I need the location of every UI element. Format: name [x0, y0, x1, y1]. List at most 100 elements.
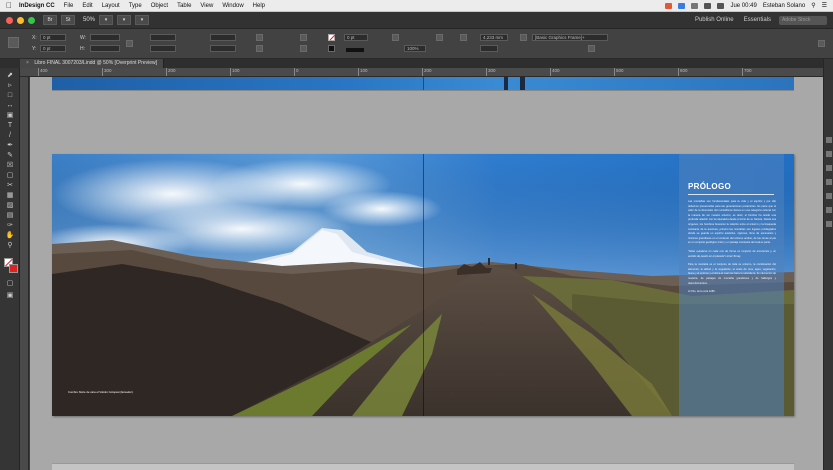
publish-online-button[interactable]: Publish Online	[695, 17, 734, 23]
gap-field[interactable]: 4,233 mm	[480, 34, 508, 41]
zoom-window-button[interactable]	[28, 16, 35, 24]
pencil-tool-icon[interactable]: ✎	[5, 152, 15, 160]
color-panel-icon[interactable]	[826, 193, 832, 199]
vertical-ruler[interactable]	[20, 77, 29, 470]
rectangle-tool-icon[interactable]: ▢	[5, 172, 15, 180]
opacity-field[interactable]: 100%	[404, 45, 426, 52]
hand-tool-icon[interactable]: ✋	[5, 232, 15, 240]
fill-swatch[interactable]	[328, 34, 335, 41]
stroke-swatch[interactable]	[328, 45, 335, 52]
workspace-switcher[interactable]: Essentials	[744, 17, 771, 23]
zoom-tool-icon[interactable]: ⚲	[5, 242, 15, 250]
pages-panel-icon[interactable]	[826, 137, 832, 143]
apply-none-icon[interactable]: ▢	[5, 280, 15, 288]
menu-layout[interactable]: Layout	[102, 3, 120, 9]
y-field[interactable]: 0 pt	[40, 45, 66, 52]
rotate-cw-icon[interactable]	[256, 34, 263, 41]
free-transform-icon[interactable]: ▦	[5, 192, 15, 200]
body-paragraph: Para la montaña es el conjunto de toda s…	[688, 263, 776, 285]
bluetooth-icon[interactable]	[691, 2, 699, 9]
menu-window[interactable]: Window	[222, 3, 243, 9]
close-tab-icon[interactable]: ×	[26, 60, 29, 66]
app-menu[interactable]: InDesign CC	[19, 3, 55, 9]
close-window-button[interactable]	[6, 16, 13, 24]
rectangle-frame-icon[interactable]: ☒	[5, 162, 15, 170]
volume-icon[interactable]	[717, 2, 725, 9]
page-tool-icon[interactable]: □	[5, 92, 15, 100]
height-field[interactable]	[90, 45, 120, 52]
pen-tool-icon[interactable]: ✒	[5, 142, 15, 150]
menu-table[interactable]: Table	[177, 3, 191, 9]
flip-horizontal-icon[interactable]	[256, 45, 263, 52]
minimize-window-button[interactable]	[17, 16, 24, 24]
screen-mode-button[interactable]: ▾	[117, 15, 132, 25]
content-collector-icon[interactable]: ▣	[5, 112, 15, 120]
quick-apply-icon[interactable]	[588, 45, 595, 52]
x-field[interactable]: 0 pt	[40, 34, 66, 41]
links-panel-icon[interactable]	[826, 165, 832, 171]
user-name[interactable]: Esteban Solano	[763, 3, 805, 9]
swatches-panel-icon[interactable]	[826, 207, 832, 213]
panel-menu-icon[interactable]	[818, 40, 825, 47]
rotation-field[interactable]	[210, 34, 236, 41]
pasteboard[interactable]: Cumbre Norte de cara el Volcán Cotopaxi …	[30, 77, 823, 470]
previous-spread-preview[interactable]	[52, 77, 794, 91]
stroke-weight-field[interactable]: 0 pt	[344, 34, 368, 41]
wifi-icon[interactable]	[704, 2, 712, 9]
effects-icon[interactable]	[436, 34, 443, 41]
fitting-icon[interactable]	[460, 34, 467, 41]
stroke-panel-icon[interactable]	[826, 179, 832, 185]
menu-edit[interactable]: Edit	[82, 3, 92, 9]
stroke-color-swatch[interactable]	[9, 264, 18, 273]
scale-x-field[interactable]	[150, 34, 176, 41]
object-style-select[interactable]: [Basic Graphics Frame]+	[532, 34, 608, 41]
view-options-button[interactable]: ▾	[99, 15, 114, 25]
dropbox-icon[interactable]	[678, 2, 686, 9]
next-spread-preview[interactable]	[52, 463, 794, 470]
control-panel: X: 0 pt Y: 0 pt W: H: 0 pt 100% 4,233 mm…	[0, 29, 833, 59]
bridge-button[interactable]: Br	[43, 15, 57, 25]
stock-search-input[interactable]: Adobe Stock	[779, 15, 827, 25]
screen-mode-icon[interactable]: ▣	[5, 292, 15, 300]
clock[interactable]: Jue 00:49	[730, 3, 756, 9]
columns-field[interactable]	[480, 45, 498, 52]
scale-y-field[interactable]	[150, 45, 176, 52]
menu-list-icon[interactable]: ☰	[822, 2, 827, 9]
text-frame[interactable]: PRÓLOGO Las montañas son fundamentales p…	[679, 154, 784, 416]
arrange-documents-button[interactable]: ▾	[135, 15, 150, 25]
drop-shadow-icon[interactable]	[392, 34, 399, 41]
menu-type[interactable]: Type	[129, 3, 142, 9]
horizontal-ruler[interactable]: 400 300 200 100 0 100 200 300 400 500 60…	[20, 68, 823, 77]
photo-caption[interactable]: Cumbre Norte de cara el Volcán Cotopaxi …	[68, 390, 148, 395]
direct-selection-icon[interactable]: ▹	[5, 82, 15, 90]
selection-tool-icon[interactable]: ⬈	[5, 72, 15, 80]
menu-object[interactable]: Object	[151, 3, 168, 9]
auto-fit-icon[interactable]	[520, 34, 527, 41]
select-content-icon[interactable]	[300, 45, 307, 52]
line-tool-icon[interactable]: /	[5, 132, 15, 140]
stroke-type-icon[interactable]	[346, 48, 364, 52]
apple-menu-icon[interactable]: 	[6, 1, 12, 10]
cc-libraries-icon[interactable]	[826, 221, 832, 227]
menu-view[interactable]: View	[200, 3, 213, 9]
zoom-level[interactable]: 50%	[83, 17, 95, 23]
type-tool-icon[interactable]: T	[5, 122, 15, 130]
eyedropper-tool-icon[interactable]: ✑	[5, 222, 15, 230]
shear-field[interactable]	[210, 45, 236, 52]
gap-tool-icon[interactable]: ↔	[5, 102, 15, 110]
menu-help[interactable]: Help	[253, 3, 265, 9]
reference-point-icon[interactable]	[8, 37, 19, 48]
scissors-tool-icon[interactable]: ✂	[5, 182, 15, 190]
document-tab[interactable]: × Libro FINAL 3007203/Lindd @ 50% [Overp…	[20, 59, 165, 68]
page-spread[interactable]: Cumbre Norte de cara el Volcán Cotopaxi …	[52, 154, 794, 416]
note-tool-icon[interactable]: ▤	[5, 212, 15, 220]
layers-panel-icon[interactable]	[826, 151, 832, 157]
menu-file[interactable]: File	[64, 3, 74, 9]
gradient-tool-icon[interactable]: ▨	[5, 202, 15, 210]
select-container-icon[interactable]	[300, 34, 307, 41]
stock-button[interactable]: St	[61, 15, 75, 25]
constrain-proportions-icon[interactable]	[126, 40, 133, 47]
creative-cloud-icon[interactable]	[665, 2, 673, 9]
width-field[interactable]	[90, 34, 120, 41]
spotlight-icon[interactable]: ⚲	[811, 2, 815, 9]
